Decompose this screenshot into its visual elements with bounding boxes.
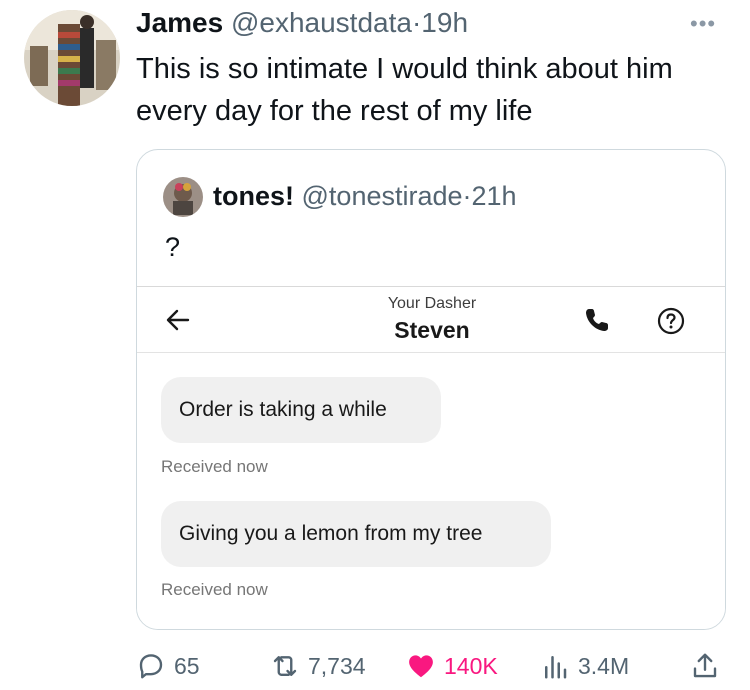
reply-icon [139,654,163,679]
share-button[interactable] [690,646,728,686]
repost-icon [273,656,297,676]
quoted-separator: · [462,181,472,211]
avatar-photo [24,10,120,106]
quoted-author-avatar[interactable] [163,177,203,217]
reply-button[interactable]: 65 [136,646,200,686]
embedded-screenshot: Your Dasher Steven Order is taking a whi… [137,286,725,629]
dasher-chat-header: Your Dasher Steven [137,287,725,353]
tweet-actions: 65 7,734 140K 3.4M [0,646,750,686]
more-horizontal-icon[interactable]: ••• [690,13,716,35]
phone-icon [586,309,608,331]
quoted-avatar-photo [163,177,203,217]
message-bubble-2: Giving you a lemon from my tree [161,501,551,567]
tweet-header: James @exhaustdata·19h [136,6,468,40]
share-icon [693,653,717,678]
like-button[interactable]: 140K [406,646,498,686]
dasher-name: Steven [394,317,470,343]
quoted-time[interactable]: 21h [472,181,517,211]
views-bar-chart-icon [545,656,567,679]
views-button[interactable]: 3.4M [540,646,629,686]
help-icon [657,307,685,335]
quoted-tweet[interactable]: tones! @tonestirade·21h ? Your Dasher St… [136,149,726,630]
quoted-text: ? [165,232,181,262]
message-bubble-1: Order is taking a while [161,377,441,443]
tweet-text: This is so intimate I would think about … [136,53,673,127]
quoted-header: tones! @tonestirade·21h [213,179,517,213]
views-count: 3.4M [578,652,630,679]
repost-count: 7,734 [308,652,366,679]
reply-count: 65 [174,652,200,679]
message-status-1: Received now [161,457,268,476]
like-count: 140K [444,652,498,679]
author-handle[interactable]: @exhaustdata [231,7,412,38]
header-separator: · [411,7,422,38]
tweet-time[interactable]: 19h [421,7,468,38]
message-status-2: Received now [161,580,268,599]
author-avatar[interactable] [24,10,120,106]
repost-button[interactable]: 7,734 [270,646,366,686]
quoted-author-name[interactable]: tones! [213,181,294,211]
author-name[interactable]: James [136,7,223,38]
heart-icon [409,655,433,678]
dasher-subtitle: Your Dasher [387,295,477,312]
quoted-author-handle[interactable]: @tonestirade [302,181,463,211]
